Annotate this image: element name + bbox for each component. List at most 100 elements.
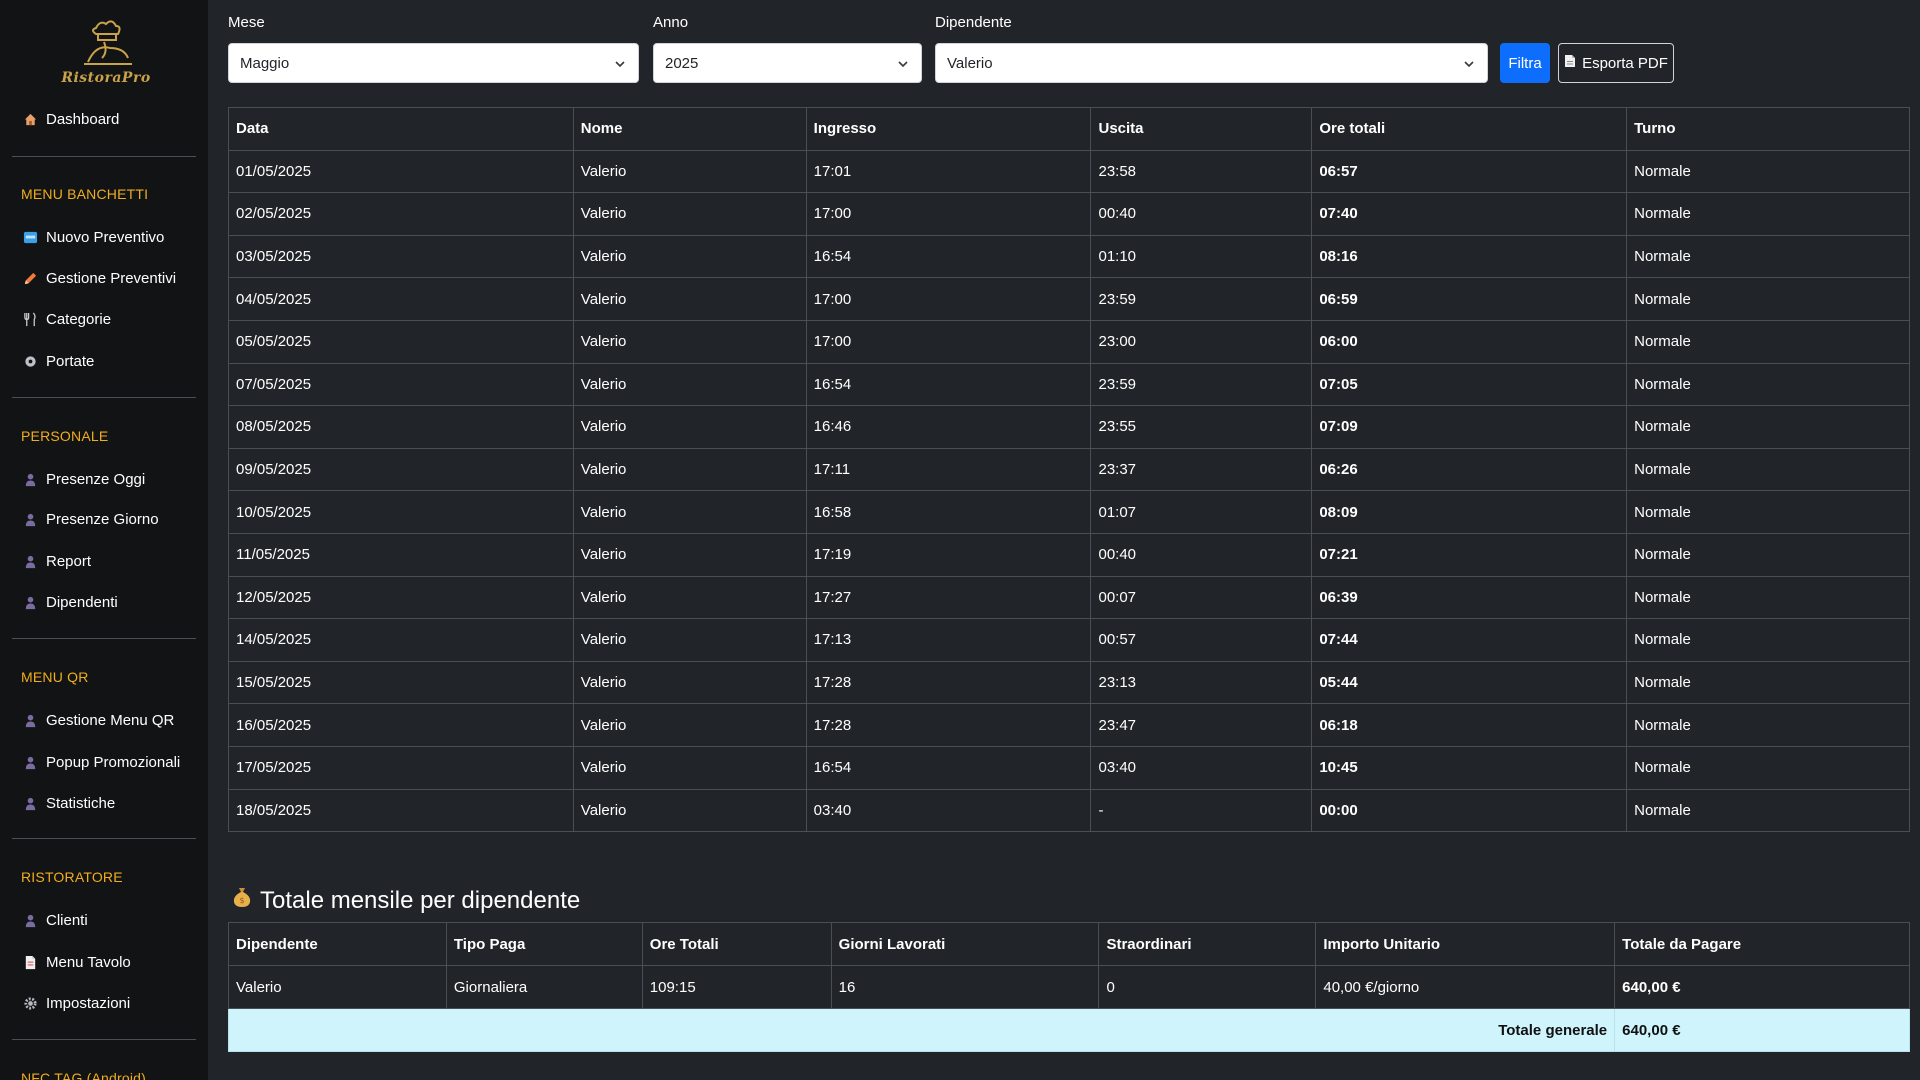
gear-icon <box>22 995 38 1011</box>
cell-giorni-lavorati: 16 <box>830 965 1100 1009</box>
mese-select[interactable]: Maggio <box>228 43 639 83</box>
nav-label: Nuovo Preventivo <box>46 228 165 246</box>
esporta-pdf-button[interactable]: Esporta PDF <box>1558 43 1674 83</box>
svg-text:$: $ <box>239 896 244 905</box>
nav-report[interactable]: Report <box>22 550 91 572</box>
cell-turno: Normale <box>1626 532 1910 577</box>
summary-heading: $ Totale mensile per dipendente <box>232 886 580 915</box>
home-icon <box>22 111 38 127</box>
col-header-tipo-paga: Tipo Paga <box>445 922 643 966</box>
nav-categorie[interactable]: Categorie <box>22 308 111 330</box>
nav-label: Menu Tavolo <box>46 953 131 971</box>
cell-ingresso: 17:28 <box>805 703 1092 747</box>
cell-ingresso: 03:40 <box>805 788 1092 833</box>
nav-label: Presenze Oggi <box>46 470 146 488</box>
cell-data: 09/05/2025 <box>228 447 574 492</box>
cell-nome: Valerio <box>572 447 807 492</box>
cell-turno: Normale <box>1626 618 1910 662</box>
col-header-importo-unitario: Importo Unitario <box>1315 922 1616 966</box>
dipendente-select[interactable]: Valerio <box>935 43 1488 83</box>
cell-ore-totali: 00:00 <box>1311 788 1628 833</box>
cell-nome: Valerio <box>572 788 807 833</box>
cell-turno: Normale <box>1626 575 1910 620</box>
nav-dashboard-label: Dashboard <box>46 110 120 128</box>
user-icon <box>22 471 38 487</box>
cell-ingresso: 17:01 <box>805 149 1092 194</box>
dipendente-label: Dipendente <box>935 14 1012 31</box>
summary-title: Totale mensile per dipendente <box>260 886 581 914</box>
cell-nome: Valerio <box>572 405 807 449</box>
cell-turno: Normale <box>1626 362 1910 407</box>
col-header-ore-totali: Ore totali <box>1311 107 1628 151</box>
cell-turno: Normale <box>1626 745 1910 790</box>
cell-ingresso: 16:54 <box>805 234 1092 279</box>
nav-popup-promozionali[interactable]: Popup Promozionali <box>22 751 180 773</box>
esporta-pdf-label: Esporta PDF <box>1582 54 1668 72</box>
table-header-row: Data Nome Ingresso Uscita Ore totali Tur… <box>228 107 1910 151</box>
table-row: 08/05/2025 Valerio 16:46 23:55 07:09 Normale <box>228 405 1910 449</box>
nav-dipendenti[interactable]: Dipendenti <box>22 591 118 613</box>
table-row: 15/05/2025 Valerio 17:28 23:13 05:44 Normale <box>228 660 1910 705</box>
col-header-straordinari: Straordinari <box>1098 922 1317 966</box>
sidebar-divider <box>12 638 196 639</box>
chevron-down-icon <box>614 57 626 74</box>
col-header-dipendente: Dipendente <box>228 922 447 966</box>
cell-data: 05/05/2025 <box>228 319 574 364</box>
nav-gestione-preventivi[interactable]: Gestione Preventivi <box>22 267 176 289</box>
filtra-button[interactable]: Filtra <box>1500 43 1550 83</box>
sidebar-divider <box>12 397 196 398</box>
cell-ore-totali: 06:39 <box>1311 575 1628 620</box>
nav-label: Impostazioni <box>46 994 131 1012</box>
nav-menu-tavolo[interactable]: Menu Tavolo <box>22 951 131 973</box>
col-header-nome: Nome <box>572 107 807 151</box>
cell-ingresso: 17:28 <box>805 660 1092 705</box>
fork-knife-icon <box>22 311 38 327</box>
user-icon <box>22 754 38 770</box>
nav-nuovo-preventivo[interactable]: Nuovo Preventivo <box>22 226 164 248</box>
cell-uscita: - <box>1090 788 1313 833</box>
col-header-data: Data <box>228 107 574 151</box>
cell-ingresso: 17:11 <box>805 447 1092 492</box>
table-row: 16/05/2025 Valerio 17:28 23:47 06:18 Normale <box>228 703 1910 747</box>
cell-nome: Valerio <box>572 362 807 407</box>
nav-presenze-giorno[interactable]: Presenze Giorno <box>22 508 159 530</box>
cell-ingresso: 17:19 <box>805 532 1092 577</box>
logo-text: RistoraPro <box>61 70 151 86</box>
nav-statistiche[interactable]: Statistiche <box>22 792 115 814</box>
cell-data: 15/05/2025 <box>228 660 574 705</box>
section-ristoratore: RISTORATORE <box>21 869 123 885</box>
cell-uscita: 23:13 <box>1090 660 1313 705</box>
pencil-icon <box>22 270 38 286</box>
table-row: 03/05/2025 Valerio 16:54 01:10 08:16 Normale <box>228 234 1910 279</box>
cell-ore-totali: 05:44 <box>1311 660 1628 705</box>
table-header-row: Dipendente Tipo Paga Ore Totali Giorni L… <box>228 922 1910 966</box>
table-row: 04/05/2025 Valerio 17:00 23:59 06:59 Normale <box>228 277 1910 321</box>
table-row: 09/05/2025 Valerio 17:11 23:37 06:26 Normale <box>228 447 1910 492</box>
section-nfc-tag: NFC TAG (Android) <box>21 1070 147 1080</box>
nav-impostazioni[interactable]: Impostazioni <box>22 992 130 1014</box>
cell-turno: Normale <box>1626 405 1910 449</box>
nav-presenze-oggi[interactable]: Presenze Oggi <box>22 468 145 490</box>
cell-ore-totali: 07:21 <box>1311 532 1628 577</box>
nav-gestione-menu-qr[interactable]: Gestione Menu QR <box>22 709 174 731</box>
cell-turno: Normale <box>1626 149 1910 194</box>
nav-label: Gestione Menu QR <box>46 711 175 729</box>
nav-portate[interactable]: Portate <box>22 350 94 372</box>
cell-turno: Normale <box>1626 788 1910 833</box>
grand-total-label: Totale generale <box>227 1008 1616 1052</box>
logo[interactable]: RistoraPro <box>56 18 156 90</box>
table-row: 11/05/2025 Valerio 17:19 00:40 07:21 Normale <box>228 532 1910 577</box>
nav-dashboard[interactable]: Dashboard <box>22 108 119 130</box>
table-row: 05/05/2025 Valerio 17:00 23:00 06:00 Normale <box>228 319 1910 364</box>
anno-label: Anno <box>653 14 689 31</box>
cell-nome: Valerio <box>572 149 807 194</box>
nav-label: Gestione Preventivi <box>46 269 177 287</box>
sidebar-divider <box>12 1039 196 1040</box>
cell-importo-unitario: 40,00 €/giorno <box>1315 965 1616 1009</box>
cell-turno: Normale <box>1626 703 1910 747</box>
cell-turno: Normale <box>1626 319 1910 364</box>
anno-select[interactable]: 2025 <box>653 43 922 83</box>
nav-clienti[interactable]: Clienti <box>22 909 88 931</box>
table-row: 18/05/2025 Valerio 03:40-00:00 Normale <box>228 788 1910 833</box>
cell-data: 08/05/2025 <box>228 405 574 449</box>
